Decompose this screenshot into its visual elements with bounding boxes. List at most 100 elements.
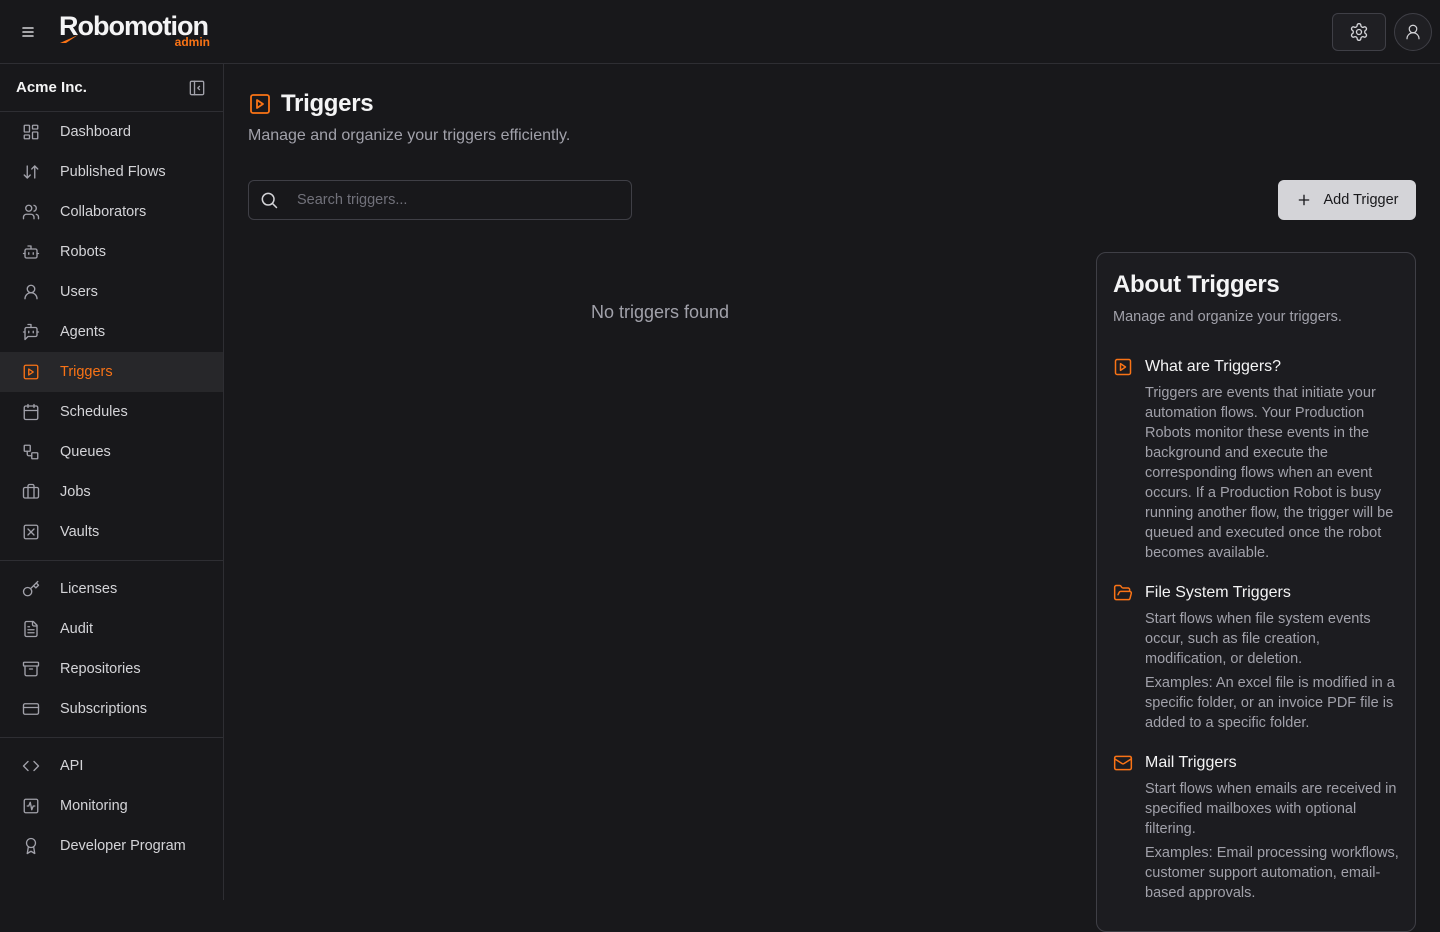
credit-card-icon [22, 700, 40, 718]
sidebar-item-vaults[interactable]: Vaults [0, 512, 223, 552]
play-square-icon [22, 363, 40, 381]
sidebar-item-label: Queues [60, 444, 111, 460]
sidebar-item-users[interactable]: Users [0, 272, 223, 312]
play-square-icon [1113, 357, 1133, 377]
sidebar-item-label: Jobs [60, 484, 91, 500]
sidebar-item-api[interactable]: API [0, 746, 223, 786]
about-section-body: Mail Triggers Start flows when emails are… [1145, 753, 1399, 903]
plus-icon [1298, 194, 1309, 206]
sidebar-item-dashboard[interactable]: Dashboard [0, 112, 223, 152]
sidebar-item-queues[interactable]: Queues [0, 432, 223, 472]
calendar-icon [22, 403, 40, 421]
user-icon [22, 283, 40, 301]
sidebar-item-schedules[interactable]: Schedules [0, 392, 223, 432]
main-content: Triggers Manage and organize your trigge… [224, 64, 1440, 932]
code-icon [22, 757, 40, 775]
top-bar: Robomotion admin [0, 0, 1440, 64]
sidebar-item-label: Vaults [60, 524, 100, 540]
arrows-up-down-icon [22, 163, 40, 181]
key-icon [22, 580, 40, 598]
sidebar-item-label: Developer Program [60, 838, 186, 854]
sidebar-item-label: Licenses [60, 581, 118, 597]
sidebar-group: API Monitoring Developer Program [0, 746, 223, 866]
sidebar-item-label: Triggers [60, 364, 113, 380]
sidebar-item-collaborators[interactable]: Collaborators [0, 192, 223, 232]
sidebar-item-agents[interactable]: Agents [0, 312, 223, 352]
robot-icon [22, 243, 40, 261]
about-section-title: What are Triggers? [1145, 358, 1282, 375]
sidebar-item-licenses[interactable]: Licenses [0, 569, 223, 609]
search-icon [261, 192, 278, 209]
sidebar-item-robots[interactable]: Robots [0, 232, 223, 272]
about-sections: What are Triggers? Triggers are events th… [1113, 357, 1399, 903]
about-section-body: What are Triggers? Triggers are events th… [1145, 357, 1399, 563]
sidebar-item-label: Audit [60, 621, 94, 637]
add-trigger-label: Add Trigger [1323, 192, 1399, 208]
sidebar-divider [0, 737, 223, 738]
org-name: Acme Inc. [16, 79, 87, 96]
sidebar-item-label: Repositories [60, 661, 141, 677]
sidebar-group: Licenses Audit Repositories Subscriptions [0, 569, 223, 729]
page-subtitle: Manage and organize your triggers effici… [248, 127, 571, 144]
sidebar-item-label: Published Flows [60, 164, 166, 180]
briefcase-icon [22, 483, 40, 501]
sidebar-item-label: Subscriptions [60, 701, 148, 717]
sidebar-item-label: Dashboard [60, 124, 131, 140]
sidebar-item-label: API [60, 758, 84, 774]
hamburger-menu-icon[interactable] [16, 20, 40, 44]
folder-open-icon [1113, 583, 1133, 603]
sidebar-item-label: Monitoring [60, 798, 128, 814]
sidebar-item-developer-program[interactable]: Developer Program [0, 826, 223, 866]
shapes-icon [22, 443, 40, 461]
search-input[interactable] [297, 192, 617, 208]
sidebar-group: Dashboard Published Flows Collaborators Rob… [0, 112, 223, 552]
profile-button[interactable] [1394, 13, 1432, 51]
sidebar-item-label: Robots [60, 244, 106, 260]
page-header: Triggers [248, 90, 374, 118]
mail-icon [1113, 753, 1133, 773]
file-text-icon [22, 620, 40, 638]
sidebar-item-label: Agents [60, 324, 106, 340]
award-icon [22, 837, 40, 855]
add-trigger-button[interactable]: Add Trigger [1278, 180, 1416, 220]
logo-subtext: admin [174, 35, 210, 49]
about-section-title: Mail Triggers [1145, 754, 1237, 771]
about-title: About Triggers [1113, 271, 1280, 298]
sidebar: Acme Inc. Dashboard Published Flows Collab… [0, 64, 224, 900]
sidebar-item-audit[interactable]: Audit [0, 609, 223, 649]
about-section-text: Start flows when file system events occu… [1145, 611, 1371, 667]
about-section-text: Triggers are events that initiate your a… [1145, 385, 1394, 561]
robomotion-logo[interactable]: Robomotion admin [59, 10, 219, 54]
sidebar-item-published-flows[interactable]: Published Flows [0, 152, 223, 192]
sidebar-item-monitoring[interactable]: Monitoring [0, 786, 223, 826]
sidebar-item-triggers[interactable]: Triggers [0, 352, 223, 392]
sidebar-collapse-icon[interactable] [187, 78, 207, 98]
sidebar-item-repositories[interactable]: Repositories [0, 649, 223, 689]
play-square-icon [248, 92, 272, 116]
about-triggers-panel: About Triggers Manage and organize your … [1096, 252, 1416, 932]
empty-state-text: No triggers found [590, 302, 730, 322]
about-section-text: Examples: Email processing workflows, cu… [1145, 845, 1399, 901]
dashboard-icon [22, 123, 40, 141]
about-section-mail-triggers: Mail Triggers Start flows when emails are… [1113, 753, 1399, 903]
search-box [248, 180, 632, 220]
about-section-text: Examples: An excel file is modified in a… [1145, 675, 1395, 731]
sidebar-divider [0, 560, 223, 561]
settings-button[interactable] [1332, 13, 1386, 51]
page-title: Triggers [281, 90, 374, 117]
about-subtitle: Manage and organize your triggers. [1113, 309, 1342, 325]
sidebar-item-label: Users [60, 284, 98, 300]
agent-icon [22, 323, 40, 341]
org-header: Acme Inc. [0, 64, 223, 112]
about-section-file-system-triggers: File System Triggers Start flows when fil… [1113, 583, 1399, 733]
sidebar-item-jobs[interactable]: Jobs [0, 472, 223, 512]
activity-icon [22, 797, 40, 815]
vault-icon [22, 523, 40, 541]
about-section-title: File System Triggers [1145, 584, 1291, 601]
sidebar-item-subscriptions[interactable]: Subscriptions [0, 689, 223, 729]
archive-icon [22, 660, 40, 678]
about-section-text: Start flows when emails are received in … [1145, 781, 1397, 837]
gear-icon [1350, 23, 1368, 41]
about-section-body: File System Triggers Start flows when fil… [1145, 583, 1399, 733]
sidebar-item-label: Collaborators [60, 204, 147, 220]
